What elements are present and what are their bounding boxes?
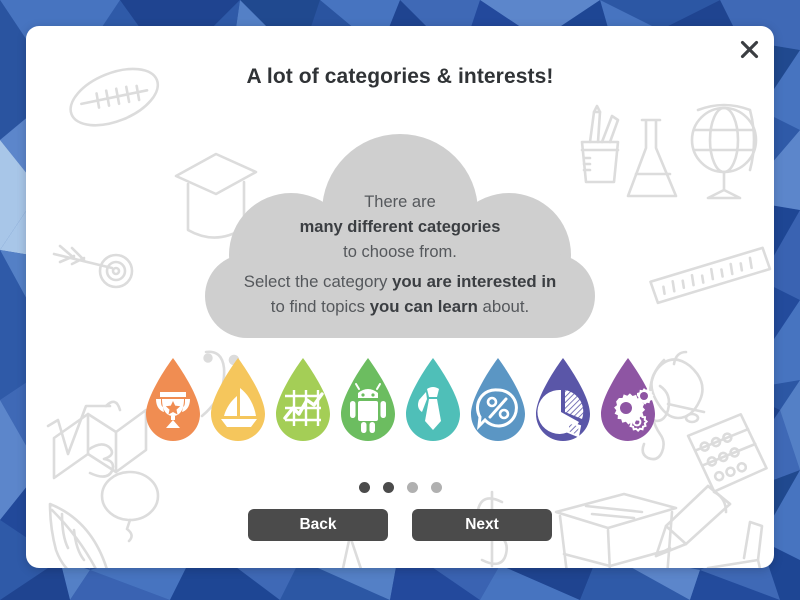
pagination-dot[interactable]: [382, 482, 394, 493]
back-button[interactable]: Back: [248, 509, 388, 541]
cloud-line-2: many different categories: [299, 218, 501, 236]
cloud-line-4-bold: you are interested in: [392, 272, 557, 291]
category-necktie[interactable]: [402, 356, 464, 446]
category-chart[interactable]: [272, 356, 334, 446]
onboarding-dialog: A lot of categories & interests! There a…: [26, 26, 774, 568]
cloud-line-5: to find topics you can learn about.: [183, 294, 617, 319]
cloud-line-5-suffix: about.: [477, 297, 530, 316]
flask-doodle: [626, 118, 678, 198]
ruler-doodle: [649, 246, 772, 305]
category-droplet-row: [26, 356, 774, 446]
pagination-dot[interactable]: [358, 482, 370, 493]
page-title: A lot of categories & interests!: [246, 65, 554, 88]
category-percent[interactable]: [467, 356, 529, 446]
cloud-message: There are many different categories to c…: [183, 190, 617, 319]
globe-doodle: [690, 103, 758, 200]
cloud-line-4: Select the category you are interested i…: [183, 269, 617, 294]
archery-target-doodle: [52, 244, 134, 289]
cloud-line-5-prefix: to find topics: [270, 297, 370, 316]
pagination-dot[interactable]: [430, 482, 442, 493]
category-android[interactable]: [337, 356, 399, 446]
category-gears[interactable]: [597, 356, 659, 446]
category-trophy[interactable]: [142, 356, 204, 446]
category-sailboat[interactable]: [207, 356, 269, 446]
close-icon: [740, 40, 758, 58]
cloud-callout: There are many different categories to c…: [183, 130, 617, 338]
cloud-line-3: to choose from.: [343, 243, 457, 261]
pagination-dot[interactable]: [406, 482, 418, 493]
cloud-line-1: There are: [364, 193, 436, 211]
category-piechart[interactable]: [532, 356, 594, 446]
cloud-line-5-bold: you can learn: [369, 297, 478, 316]
line-chart-icon: [282, 390, 324, 426]
app-background: A lot of categories & interests! There a…: [0, 0, 800, 600]
close-button[interactable]: [732, 32, 766, 66]
pagination-dots: [26, 482, 774, 493]
next-button[interactable]: Next: [412, 509, 552, 541]
cloud-line-4-prefix: Select the category: [243, 272, 393, 291]
navigation-buttons: Back Next: [26, 509, 774, 541]
